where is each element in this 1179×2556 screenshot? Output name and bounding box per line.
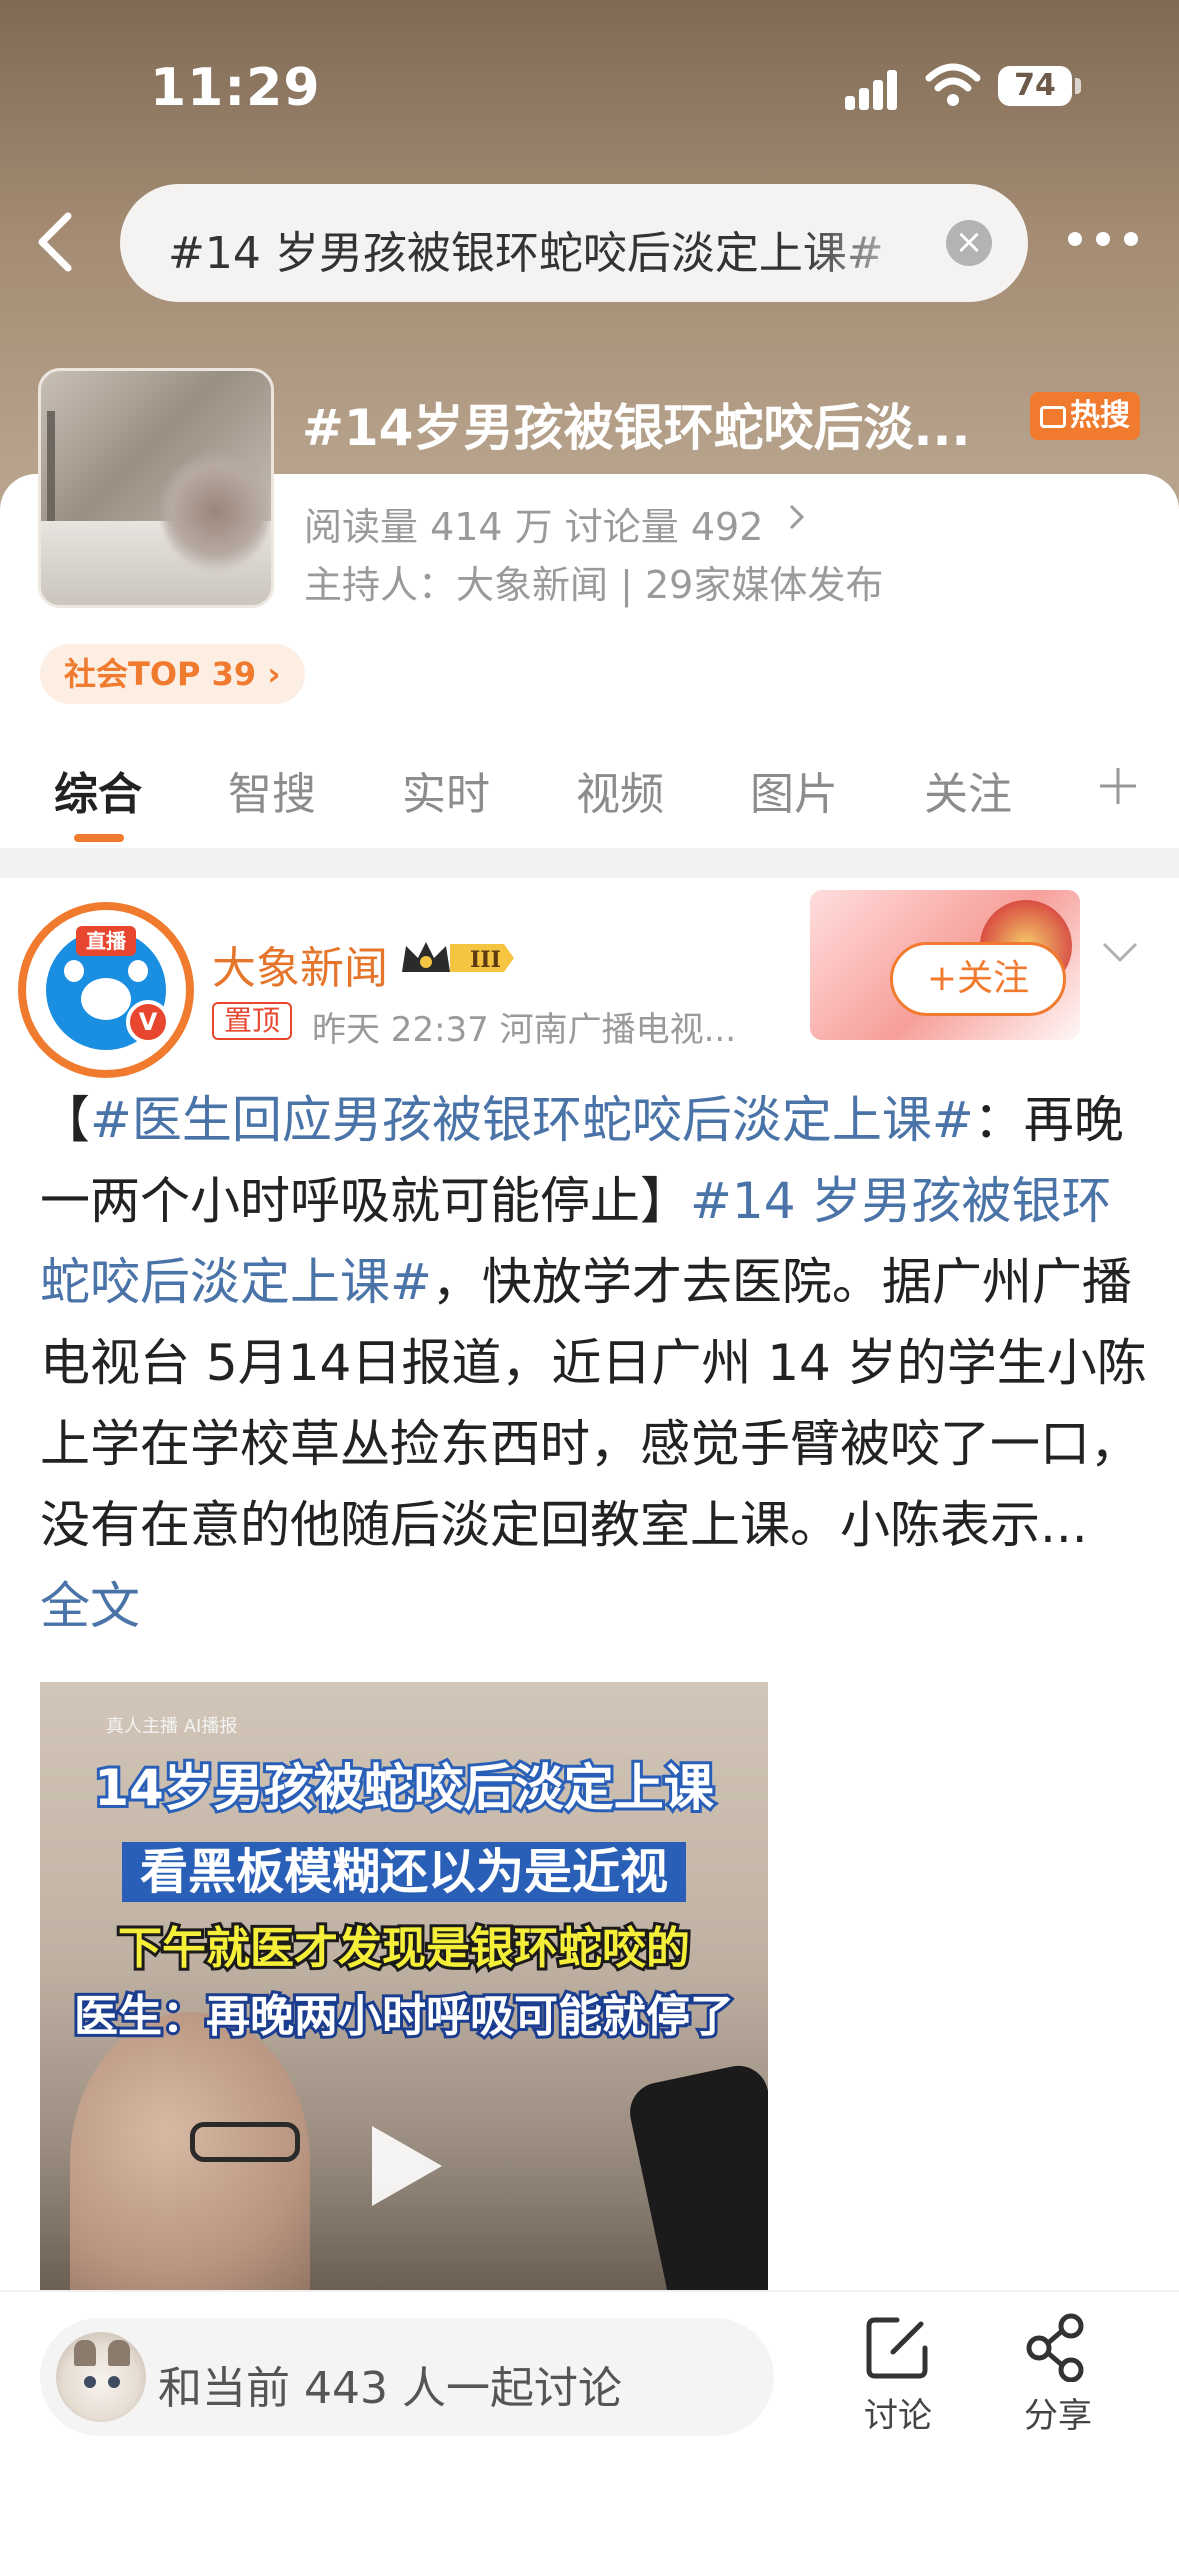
bottom-bar: 和当前 443 人一起讨论 讨论 分享 — [0, 2290, 1179, 2556]
post-meta: 昨天 22:37 河南广播电视... — [312, 1010, 737, 1050]
cat-eye — [108, 2376, 120, 2388]
user-avatar — [56, 2332, 146, 2422]
tab-realtime[interactable]: 实时 — [402, 758, 490, 822]
video-caption: 医生：再晚两小时呼吸可能就停了 — [71, 1988, 737, 2045]
follow-button[interactable]: +关注 — [890, 942, 1066, 1016]
post-text-bracket: 【 — [40, 1091, 90, 1149]
topic-stats[interactable]: 阅读量 414 万 讨论量 492 — [304, 496, 763, 551]
author-avatar[interactable]: 直播 — [18, 902, 194, 1078]
paw-toe — [64, 960, 84, 982]
wifi-icon — [925, 63, 981, 106]
add-tab-icon[interactable] — [1096, 764, 1140, 808]
status-time: 11:29 — [150, 58, 321, 118]
chevron-right-icon[interactable] — [786, 502, 808, 532]
paw-pad — [81, 978, 131, 1020]
video-caption-text: 看黑板模糊还以为是近视 — [121, 1842, 686, 1902]
tab-bar: 综合 智搜 实时 视频 图片 关注 — [0, 740, 1179, 842]
discussion-input[interactable]: 和当前 443 人一起讨论 — [40, 2318, 774, 2436]
crown-level-icon: III — [402, 942, 514, 973]
section-divider — [0, 848, 1179, 878]
ai-broadcast-label: 真人主播 AI播报 — [106, 1716, 238, 1737]
video-caption: 看黑板模糊还以为是近视 — [40, 1832, 768, 1902]
avatar-inner: 直播 — [26, 910, 186, 1070]
tab-comprehensive[interactable]: 综合 — [54, 758, 142, 822]
play-icon[interactable] — [372, 2126, 442, 2206]
rank-label: 社会TOP 39 — [64, 655, 257, 693]
discussion-prompt: 和当前 443 人一起讨论 — [158, 2363, 622, 2414]
topic-host[interactable]: 主持人：大象新闻 | 29家媒体发布 — [304, 554, 883, 609]
cat-eye — [84, 2376, 96, 2388]
active-tab-indicator — [74, 834, 124, 842]
thumb-blurred-face — [161, 451, 271, 571]
video-player[interactable]: 真人主播 AI播报 14岁男孩被蛇咬后淡定上课 看黑板模糊还以为是近视 下午就医… — [40, 1682, 768, 2292]
video-caption: 14岁男孩被蛇咬后淡定上课 — [91, 1756, 717, 1820]
back-arrow-icon[interactable] — [28, 210, 84, 274]
cellular-signal-icon — [845, 70, 907, 110]
battery-tip — [1075, 78, 1081, 94]
rank-badge[interactable]: 社会TOP 39 › — [40, 644, 305, 704]
cat-ear — [108, 2340, 130, 2366]
video-microscope — [624, 2060, 768, 2292]
pinned-badge: 置顶 — [212, 1002, 293, 1040]
nav-bar: #14 岁男孩被银环蛇咬后淡定上课# × — [0, 180, 1179, 304]
topic-thumbnail[interactable] — [38, 368, 274, 608]
compose-icon — [866, 2317, 928, 2379]
topic-title: #14岁男孩被银环蛇咬后淡... — [302, 399, 971, 457]
live-tag: 直播 — [76, 926, 136, 956]
hot-badge: 热搜 — [1030, 392, 1140, 440]
hashtag-link[interactable]: #医生回应男孩被银环蛇咬后淡定上课# — [90, 1091, 974, 1149]
full-text-link[interactable]: 全文 — [40, 1577, 140, 1635]
hot-badge-label: 热搜 — [1070, 398, 1130, 433]
video-caption: 下午就医才发现是银环蛇咬的 — [115, 1920, 693, 1977]
status-bar: 11:29 74 — [0, 0, 1179, 150]
tab-smart-search[interactable]: 智搜 — [228, 758, 316, 822]
tab-video[interactable]: 视频 — [576, 758, 664, 822]
post-body: 【#医生回应男孩被银环蛇咬后淡定上课#：再晚一两个小时呼吸就可能停止】#14 岁… — [40, 1080, 1150, 1647]
search-fade — [800, 204, 940, 284]
battery-indicator: 74 — [998, 66, 1072, 106]
verified-badge: V — [126, 1000, 170, 1044]
author-name[interactable]: 大象新闻 — [212, 932, 388, 996]
search-input[interactable]: #14 岁男孩被银环蛇咬后淡定上课# × — [120, 184, 1028, 302]
share-label: 分享 — [1024, 2396, 1092, 2436]
clear-icon[interactable]: × — [946, 220, 992, 266]
tab-following[interactable]: 关注 — [924, 758, 1012, 822]
hot-search-icon — [1040, 406, 1066, 428]
discuss-button[interactable]: 讨论 — [838, 2312, 958, 2437]
paw-toe — [128, 960, 148, 982]
svg-text:III: III — [470, 947, 501, 973]
share-button[interactable]: 分享 — [998, 2312, 1118, 2437]
tab-images[interactable]: 图片 — [750, 758, 838, 822]
share-icon — [1026, 2313, 1084, 2382]
chevron-down-icon[interactable] — [1100, 940, 1140, 964]
video-glasses — [190, 2122, 300, 2162]
cat-ear — [74, 2340, 96, 2366]
more-icon[interactable] — [1068, 232, 1138, 248]
discuss-label: 讨论 — [864, 2396, 932, 2436]
